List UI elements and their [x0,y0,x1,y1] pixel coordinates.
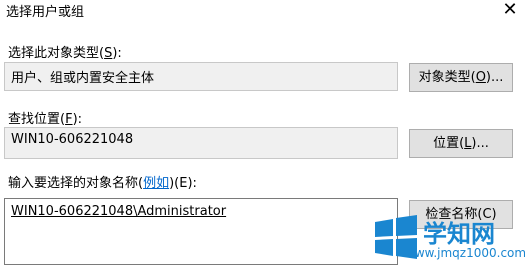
location-label: 查找位置(F): [8,108,82,127]
examples-link[interactable]: 例如 [143,176,169,191]
object-names-input[interactable]: WIN10-606221048\Administrator [4,198,398,265]
select-users-or-groups-dialog: 选择用户或组 ✕ 选择此对象类型(S): 用户、组或内置安全主体 对象类型(O)… [0,0,525,265]
object-types-button[interactable]: 对象类型(O)... [409,63,513,92]
object-names-label-suffix: )(E): [169,176,197,191]
object-type-field: 用户、组或内置安全主体 [4,62,398,91]
object-type-value: 用户、组或内置安全主体 [11,71,155,86]
title-bar: 选择用户或组 ✕ [0,0,525,30]
locations-button-prefix: 位置( [433,136,465,151]
object-type-label-prefix: 选择此对象类型( [8,46,105,61]
location-value: WIN10-606221048 [11,132,134,147]
object-type-label: 选择此对象类型(S): [8,42,122,61]
close-icon[interactable]: ✕ [501,0,519,22]
watermark-text: 学知网 [423,220,495,248]
object-names-label-prefix: 输入要选择的对象名称( [8,176,144,191]
object-types-button-suffix: )... [485,70,504,85]
locations-button[interactable]: 位置(L)... [409,129,513,158]
location-field: WIN10-606221048 [4,127,398,159]
location-label-suffix: ): [72,112,83,127]
object-names-label: 输入要选择的对象名称(例如)(E): [8,172,197,191]
location-label-key: F [65,112,73,127]
location-label-prefix: 查找位置( [8,112,66,127]
object-types-button-key: O [475,70,486,85]
object-type-label-suffix: ): [112,46,122,61]
object-types-button-prefix: 对象类型( [418,70,476,85]
locations-button-suffix: )... [471,136,489,151]
site-watermark: 学知网 www.jmqz1000.com [365,208,525,264]
object-names-value: WIN10-606221048\Administrator [11,204,227,219]
watermark-url: www.jmqz1000.com [405,246,525,260]
window-title: 选择用户或组 [6,5,85,20]
